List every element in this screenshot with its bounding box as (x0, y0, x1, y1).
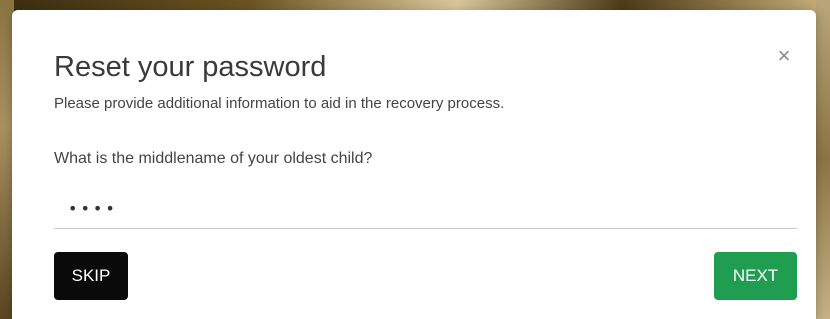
reset-password-dialog: Reset your password × Please provide add… (12, 10, 816, 319)
backdrop-right-edge (816, 0, 830, 319)
dialog-title: Reset your password (54, 51, 327, 83)
security-question-label: What is the middlename of your oldest ch… (54, 150, 373, 167)
dialog-subtitle: Please provide additional information to… (54, 95, 505, 112)
next-button[interactable]: NEXT (714, 252, 797, 300)
answer-field-wrapper (54, 190, 797, 229)
close-icon[interactable]: × (772, 44, 796, 68)
security-answer-input[interactable] (54, 190, 797, 226)
skip-button[interactable]: SKIP (54, 252, 128, 300)
